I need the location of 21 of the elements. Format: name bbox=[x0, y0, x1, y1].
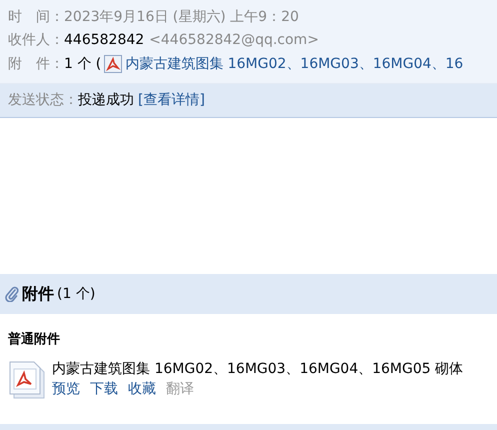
attachments-title: 附件 bbox=[22, 284, 54, 305]
attachment-count: 1 个 ( bbox=[64, 54, 102, 73]
file-action-link[interactable]: 收藏 bbox=[128, 380, 156, 398]
file-action-link[interactable]: 预览 bbox=[52, 380, 80, 398]
file-name: 内蒙古建筑图集 16MG02、16MG03、16MG04、16MG05 砌体 bbox=[52, 360, 464, 378]
field-label: 附 件： bbox=[8, 54, 64, 73]
pdf-file-icon bbox=[104, 54, 122, 73]
details-link[interactable]: [查看详情] bbox=[138, 91, 205, 110]
status-label: 发送状态： bbox=[8, 91, 78, 110]
attachment-link[interactable]: 内蒙古建筑图集 16MG02、16MG03、16MG04、16 bbox=[125, 54, 464, 73]
recipient-address: <446582842@qq.com> bbox=[149, 32, 319, 48]
file-action-link[interactable]: 下载 bbox=[90, 380, 118, 398]
field-label: 时 间： bbox=[8, 8, 64, 26]
date-value: 2023年9月16日 (星期六) 上午9：20 bbox=[64, 8, 299, 26]
pdf-file-icon bbox=[8, 360, 46, 400]
paperclip-icon bbox=[5, 286, 19, 302]
recipient-name: 446582842 bbox=[64, 32, 144, 48]
attachments-count: (1 个) bbox=[57, 285, 96, 304]
group-title: 普通附件 bbox=[8, 330, 61, 348]
field-label: 收件人： bbox=[8, 31, 64, 50]
status-value: 投递成功 bbox=[78, 91, 134, 110]
